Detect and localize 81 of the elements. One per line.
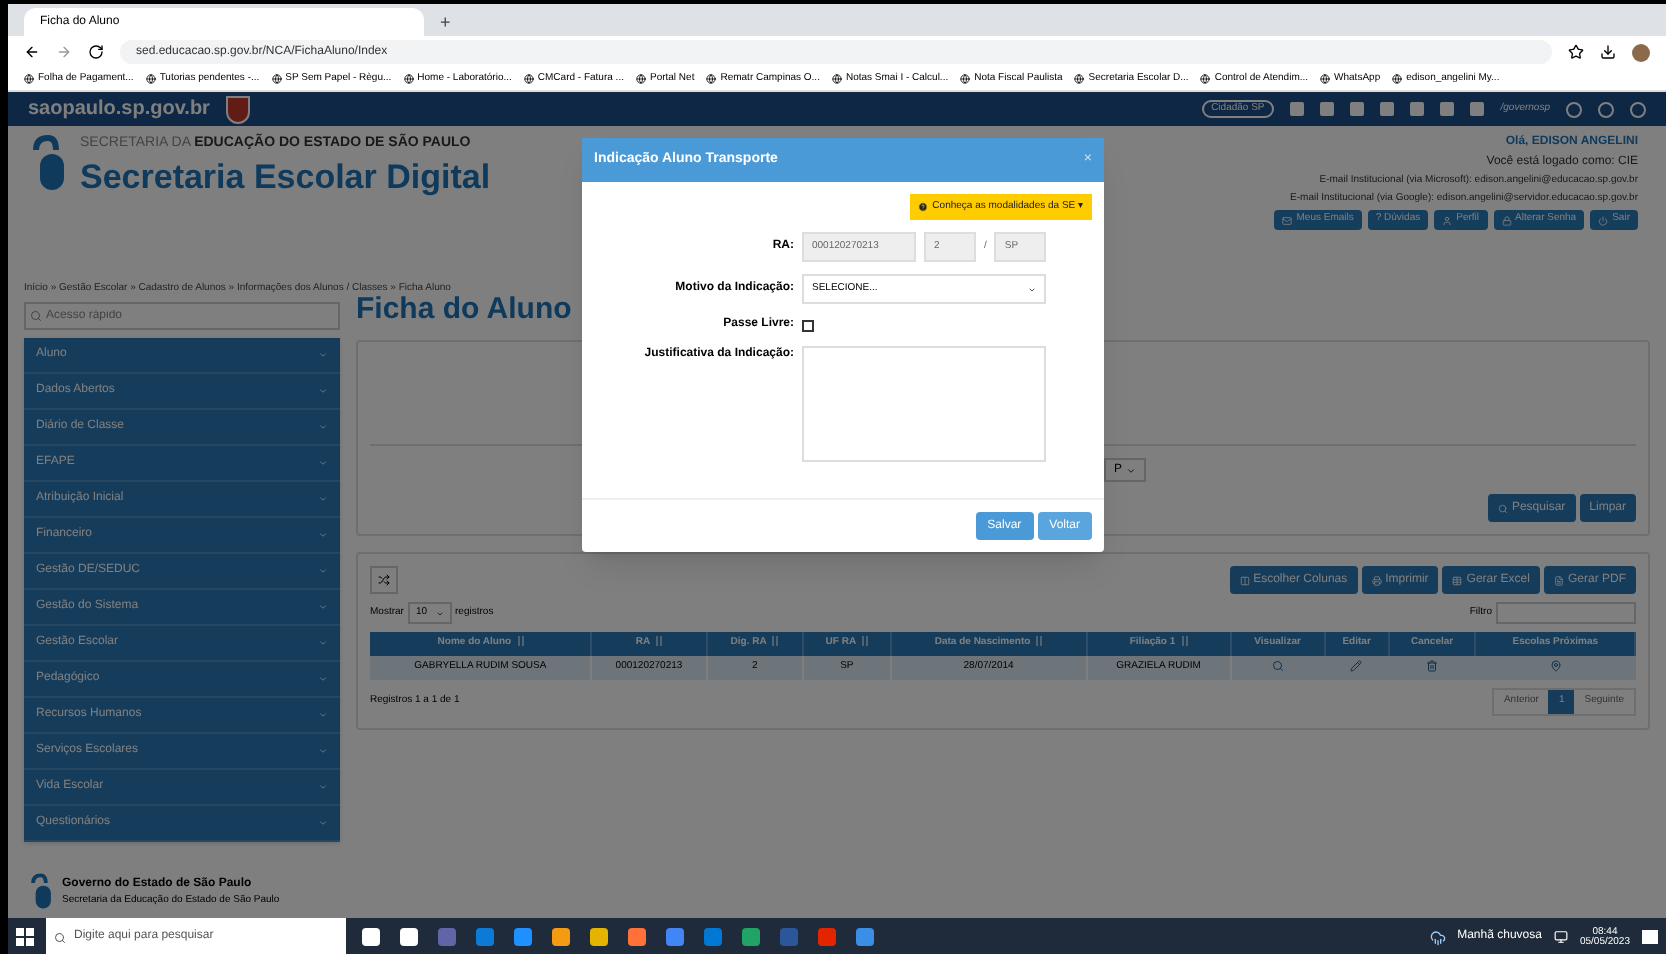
caret-icon (318, 782, 328, 792)
caret-icon (318, 710, 328, 720)
globe-icon (1392, 74, 1403, 84)
caret-icon (318, 350, 328, 360)
caret-icon (318, 566, 328, 576)
sort-icon (656, 636, 663, 647)
caret-icon (318, 458, 328, 468)
sort-icon (1036, 636, 1043, 647)
windows-start-icon[interactable] (16, 928, 34, 946)
caret-icon (318, 386, 328, 396)
taskbar-app-icon[interactable] (628, 928, 646, 946)
taskbar-app-icon[interactable] (818, 928, 836, 946)
trash-icon[interactable] (1426, 660, 1439, 673)
sort-icon (772, 636, 779, 647)
network-icon (1553, 930, 1568, 944)
globe-icon (706, 74, 717, 84)
search-icon (1497, 503, 1508, 513)
caret-icon (318, 530, 328, 540)
new-tab-button[interactable]: + (440, 8, 451, 36)
search-icon (30, 310, 42, 322)
mail-icon (1282, 215, 1293, 225)
download-icon[interactable] (1600, 44, 1616, 60)
search-icon[interactable] (1272, 660, 1285, 673)
pencil-icon[interactable] (1350, 660, 1363, 673)
caret-icon (318, 602, 328, 612)
globe-icon (523, 74, 534, 84)
table-icon (1452, 575, 1463, 585)
back-icon[interactable] (24, 44, 40, 60)
taskbar-app-icon[interactable] (514, 928, 532, 946)
user-icon (1442, 215, 1453, 225)
taskbar-app-icon[interactable] (476, 928, 494, 946)
globe-icon (1320, 74, 1331, 84)
power-icon (1598, 215, 1609, 225)
caret-icon (318, 494, 328, 504)
justification-field[interactable] (802, 346, 1046, 462)
weather-icon (1429, 929, 1446, 945)
document-icon (1553, 575, 1564, 585)
globe-icon (1074, 74, 1085, 84)
sort-icon (1181, 636, 1188, 647)
globe-icon (24, 74, 34, 84)
taskbar-app-icon[interactable] (400, 928, 418, 946)
globe-icon (403, 74, 414, 84)
globe-icon (635, 74, 646, 84)
caret-icon (318, 422, 328, 432)
globe-icon (960, 74, 971, 84)
shuffle-button[interactable] (370, 566, 398, 594)
caret-icon (1126, 465, 1137, 475)
search-icon (54, 931, 66, 943)
taskbar-app-icon[interactable] (856, 928, 874, 946)
caret-icon (318, 746, 328, 756)
avatar-icon[interactable] (1632, 43, 1650, 61)
printer-icon (1371, 575, 1382, 585)
star-icon[interactable] (1568, 44, 1584, 60)
globe-icon (145, 74, 156, 84)
page-title: Ficha do Aluno (356, 294, 572, 324)
system-title: Secretaria Escolar Digital (80, 155, 491, 198)
taskbar-app-icon[interactable] (704, 928, 722, 946)
globe-icon (831, 74, 842, 84)
taskbar-app-icon[interactable] (666, 928, 684, 946)
globe-icon (271, 74, 282, 84)
gov-site-name[interactable]: saopaulo.sp.gov.br (28, 94, 210, 124)
taskbar-app-icon[interactable] (552, 928, 570, 946)
caret-icon (318, 818, 328, 828)
caret-icon (318, 638, 328, 648)
forward-icon[interactable] (56, 44, 72, 60)
globe-icon (1200, 74, 1211, 84)
filter-field[interactable] (1496, 602, 1636, 624)
free-pass-checkbox[interactable] (802, 319, 814, 331)
taskbar-app-icon[interactable] (742, 928, 760, 946)
lock-icon (1501, 215, 1512, 225)
taskbar-app-icon[interactable] (362, 928, 380, 946)
sort-icon (862, 636, 869, 647)
caret-icon (318, 674, 328, 684)
reload-icon[interactable] (88, 44, 104, 60)
taskbar-app-icon[interactable] (590, 928, 608, 946)
sort-icon (517, 636, 524, 647)
pin-icon[interactable] (1549, 660, 1562, 673)
columns-icon (1239, 575, 1250, 585)
help-icon (918, 202, 929, 212)
shuffle-icon (378, 574, 390, 586)
mouse-logo-icon (28, 872, 56, 912)
